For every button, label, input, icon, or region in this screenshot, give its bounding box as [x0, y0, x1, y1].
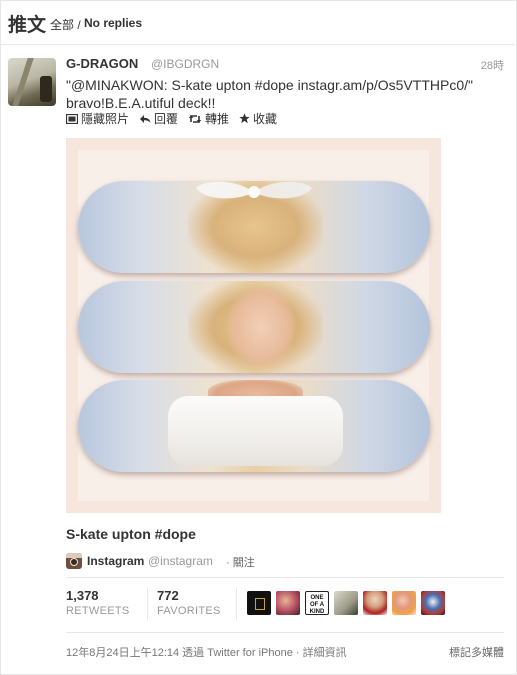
author-handle[interactable]: @IBGDRGN — [151, 57, 219, 71]
reply-arrow-icon — [140, 114, 151, 123]
instagram-icon — [66, 553, 82, 569]
stats-divider-bottom — [66, 632, 504, 633]
tweet-text: "@MINAKWON: S-kate upton #dope instagr.a… — [66, 76, 486, 112]
source-name[interactable]: Instagram — [87, 554, 144, 568]
page-title: 推文 — [8, 14, 47, 36]
tweet-photo[interactable] — [66, 138, 441, 513]
favoriter-avatar[interactable] — [363, 591, 387, 615]
reply-label: 回覆 — [154, 112, 179, 126]
deck-face-area — [228, 287, 294, 367]
hair-bow-shape — [196, 181, 312, 199]
avatar-badge-text: ONE OF A KIND — [309, 595, 325, 615]
favoriter-avatar[interactable] — [334, 591, 358, 615]
tweet-meta[interactable]: 12年8月24日上午12:14 透過 Twitter for iPhone · … — [66, 644, 347, 660]
flag-media-link[interactable]: 標記多媒體 — [449, 644, 504, 660]
favorites-label: FAVORITES — [157, 605, 221, 617]
skateboard-deck-middle — [78, 281, 430, 373]
stat-separator-1 — [147, 588, 148, 620]
deck-white-top-area — [168, 396, 343, 466]
author-name[interactable]: G-DRAGON — [66, 56, 138, 71]
follow-link[interactable]: · 關注 — [226, 554, 255, 570]
favoriter-avatar[interactable]: ONE OF A KIND — [305, 591, 329, 615]
hide-photo-button[interactable]: 隱藏照片 — [66, 110, 129, 127]
retweets-label: RETWEETS — [66, 605, 130, 617]
favorite-button[interactable]: 收藏 — [239, 110, 277, 127]
tweet-text-line-1: "@MINAKWON: S-kate upton #dope instagr.a… — [66, 77, 473, 93]
retweet-icon — [188, 114, 202, 123]
tweet-timestamp[interactable]: 28時 — [481, 57, 504, 73]
favorite-label: 收藏 — [253, 112, 278, 126]
avatar-stripe — [12, 58, 34, 106]
hide-photo-label: 隱藏照片 — [81, 112, 130, 126]
favorites-count: 772 — [157, 588, 179, 603]
favoriter-avatar[interactable] — [392, 591, 416, 615]
photo-icon — [66, 113, 78, 124]
source-handle[interactable]: @instagram — [148, 554, 213, 568]
retweets-count: 1,378 — [66, 588, 99, 603]
skateboard-deck-bottom — [78, 380, 430, 472]
avatar[interactable] — [8, 58, 56, 106]
filter-no-replies[interactable]: No replies — [84, 16, 142, 30]
page-header: 推文 全部 / No replies — [0, 0, 515, 45]
filter-all-link[interactable]: 全部 / — [50, 16, 81, 33]
tweet-actions: 隱藏照片 回覆 轉推 收藏 — [66, 110, 277, 127]
avatar-bottle — [40, 76, 52, 102]
favoriter-avatar[interactable] — [247, 591, 271, 615]
stat-separator-2 — [236, 588, 237, 620]
card-title[interactable]: S-kate upton #dope — [66, 526, 196, 542]
retweet-button[interactable]: 轉推 — [188, 110, 229, 127]
favoriter-avatar[interactable] — [276, 591, 300, 615]
favorites-stat[interactable]: 772 FAVORITES — [157, 588, 221, 617]
retweet-label: 轉推 — [205, 112, 230, 126]
retweets-stat[interactable]: 1,378 RETWEETS — [66, 588, 130, 617]
favoriter-avatar[interactable] — [421, 591, 445, 615]
star-icon — [239, 113, 250, 124]
reply-button[interactable]: 回覆 — [139, 110, 178, 127]
stats-divider-top — [66, 577, 504, 578]
